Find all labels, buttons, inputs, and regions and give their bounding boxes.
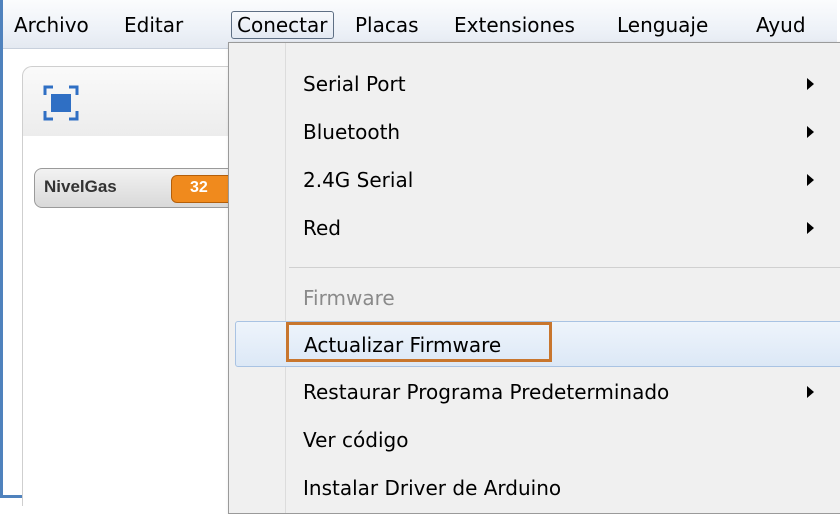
menu-item-red[interactable]: Red <box>229 205 840 251</box>
menu-extensiones[interactable]: Extensiones <box>449 13 580 39</box>
submenu-arrow-icon <box>807 78 814 90</box>
menu-item-ver-codigo[interactable]: Ver código <box>229 417 840 463</box>
submenu-arrow-icon <box>807 222 814 234</box>
variable-name: NivelGas <box>44 177 117 196</box>
stage-header <box>22 66 254 137</box>
highlight-callout-box <box>286 322 552 362</box>
menu-item-instalar-driver[interactable]: Instalar Driver de Arduino <box>229 465 840 511</box>
fullscreen-icon[interactable] <box>43 85 79 121</box>
menu-item-label: 2.4G Serial <box>303 168 414 192</box>
menu-lenguaje[interactable]: Lenguaje <box>612 13 713 39</box>
menu-conectar[interactable]: Conectar <box>231 11 334 39</box>
submenu-arrow-icon <box>807 126 814 138</box>
menu-item-label: Firmware <box>303 286 395 310</box>
variable-watcher[interactable]: NivelGas 32 <box>34 168 253 208</box>
menu-item-label: Red <box>303 216 341 240</box>
conectar-dropdown-menu: Serial Port Bluetooth 2.4G Serial Red Fi… <box>228 42 840 514</box>
menu-item-firmware: Firmware <box>229 275 840 321</box>
menu-ayuda[interactable]: Ayud <box>751 13 811 39</box>
menu-item-serial-port[interactable]: Serial Port <box>229 61 840 107</box>
menu-item-label: Ver código <box>303 428 409 452</box>
submenu-arrow-icon <box>807 386 814 398</box>
submenu-arrow-icon <box>807 174 814 186</box>
menu-item-label: Restaurar Programa Predeterminado <box>303 380 670 404</box>
menu-item-label: Instalar Driver de Arduino <box>303 476 562 500</box>
menu-placas[interactable]: Placas <box>350 13 424 39</box>
menu-separator <box>289 267 840 268</box>
menu-item-bluetooth[interactable]: Bluetooth <box>229 109 840 155</box>
menu-item-2-4g-serial[interactable]: 2.4G Serial <box>229 157 840 203</box>
menu-archivo[interactable]: Archivo <box>9 13 94 39</box>
menu-item-label: Bluetooth <box>303 120 401 144</box>
menu-editar[interactable]: Editar <box>119 13 188 39</box>
menu-item-label: Serial Port <box>303 72 406 96</box>
menu-item-restaurar-programa[interactable]: Restaurar Programa Predeterminado <box>229 369 840 415</box>
